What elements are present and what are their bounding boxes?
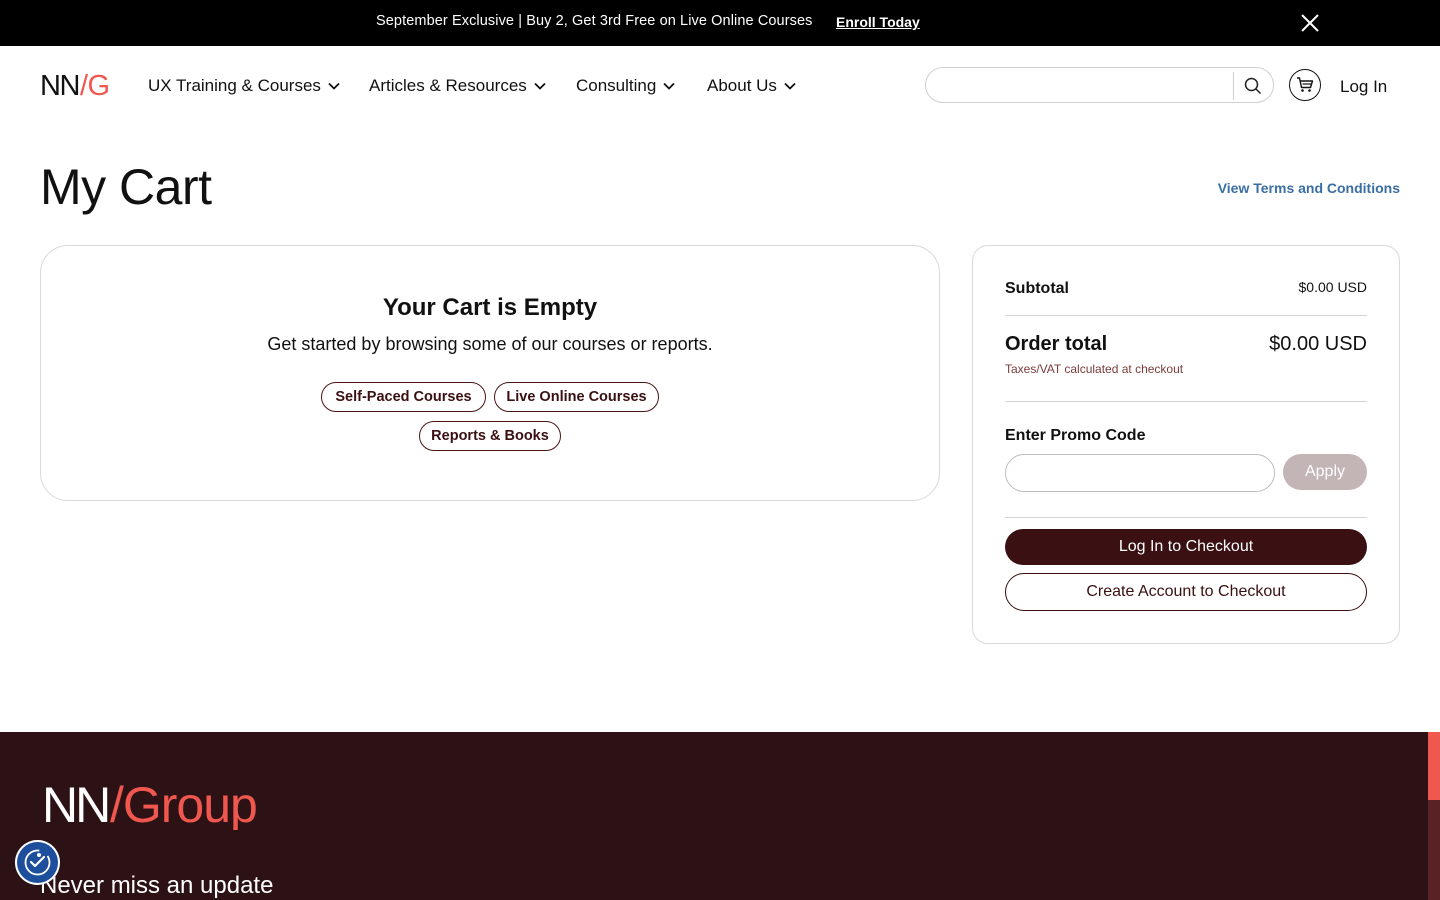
apply-button[interactable]: Apply: [1283, 454, 1367, 490]
divider: [1005, 401, 1367, 402]
divider: [1005, 517, 1367, 518]
divider: [1005, 315, 1367, 316]
subtotal-value: $0.00 USD: [1298, 279, 1367, 295]
nav-articles[interactable]: Articles & Resources: [369, 76, 547, 96]
site-footer: NN /Group Never miss an update: [0, 732, 1440, 900]
self-paced-courses-button[interactable]: Self-Paced Courses: [321, 382, 486, 412]
nngroup-logo[interactable]: NN /Group: [42, 778, 282, 830]
login-link[interactable]: Log In: [1340, 77, 1387, 97]
enroll-today-link[interactable]: Enroll Today: [836, 14, 920, 30]
order-total-label: Order total: [1005, 333, 1108, 355]
empty-cart-title: Your Cart is Empty: [382, 294, 598, 321]
promo-text: September Exclusive | Buy 2, Get 3rd Fre…: [376, 13, 813, 29]
search-icon[interactable]: [1243, 76, 1263, 96]
footer-accent-strip: [1428, 732, 1440, 800]
nav-ux-training[interactable]: UX Training & Courses: [148, 76, 341, 96]
nng-logo[interactable]: NN /G: [40, 70, 120, 100]
cart-icon[interactable]: [1289, 69, 1321, 101]
empty-cart-subtitle: Get started by browsing some of our cour…: [267, 334, 713, 354]
nav-about-us[interactable]: About Us: [707, 76, 797, 96]
footer-newsletter-heading: Never miss an update: [40, 872, 274, 899]
create-account-checkout-button[interactable]: Create Account to Checkout: [1005, 573, 1367, 611]
tax-note: Taxes/VAT calculated at checkout: [1005, 362, 1184, 376]
chevron-down-icon: [328, 82, 340, 90]
terms-link[interactable]: View Terms and Conditions: [1218, 180, 1400, 196]
search-input[interactable]: [940, 75, 1230, 95]
reports-books-button[interactable]: Reports & Books: [419, 421, 561, 451]
search-box: [925, 67, 1274, 103]
site-header: NN /G UX Training & Courses Articles & R…: [0, 46, 1440, 126]
nav-consulting[interactable]: Consulting: [576, 76, 676, 96]
footer-accent-strip: [1428, 800, 1440, 900]
svg-text:/Group: /Group: [110, 778, 257, 830]
promo-code-input[interactable]: [1005, 454, 1275, 492]
nav-label: About Us: [707, 76, 777, 95]
order-summary: Subtotal $0.00 USD Order total $0.00 USD…: [972, 245, 1400, 644]
subtotal-label: Subtotal: [1005, 280, 1069, 297]
svg-text:/G: /G: [80, 70, 110, 100]
chevron-down-icon: [534, 82, 546, 90]
accessibility-icon[interactable]: [15, 840, 60, 885]
close-icon[interactable]: [1298, 11, 1322, 35]
login-to-checkout-button[interactable]: Log In to Checkout: [1005, 529, 1367, 565]
nav-label: Articles & Resources: [369, 76, 527, 95]
page-title: My Cart: [40, 159, 212, 215]
live-online-courses-button[interactable]: Live Online Courses: [494, 382, 659, 412]
promo-code-label: Enter Promo Code: [1005, 427, 1146, 444]
empty-cart-panel: Your Cart is Empty Get started by browsi…: [40, 245, 940, 501]
promo-banner: September Exclusive | Buy 2, Get 3rd Fre…: [0, 0, 1440, 46]
search-divider: [1233, 72, 1234, 100]
order-total-value: $0.00 USD: [1269, 333, 1367, 355]
nav-label: Consulting: [576, 76, 657, 95]
nav-label: UX Training & Courses: [148, 76, 321, 95]
chevron-down-icon: [663, 82, 675, 90]
svg-text:NN: NN: [42, 778, 108, 830]
chevron-down-icon: [784, 82, 796, 90]
svg-text:NN: NN: [40, 70, 79, 100]
